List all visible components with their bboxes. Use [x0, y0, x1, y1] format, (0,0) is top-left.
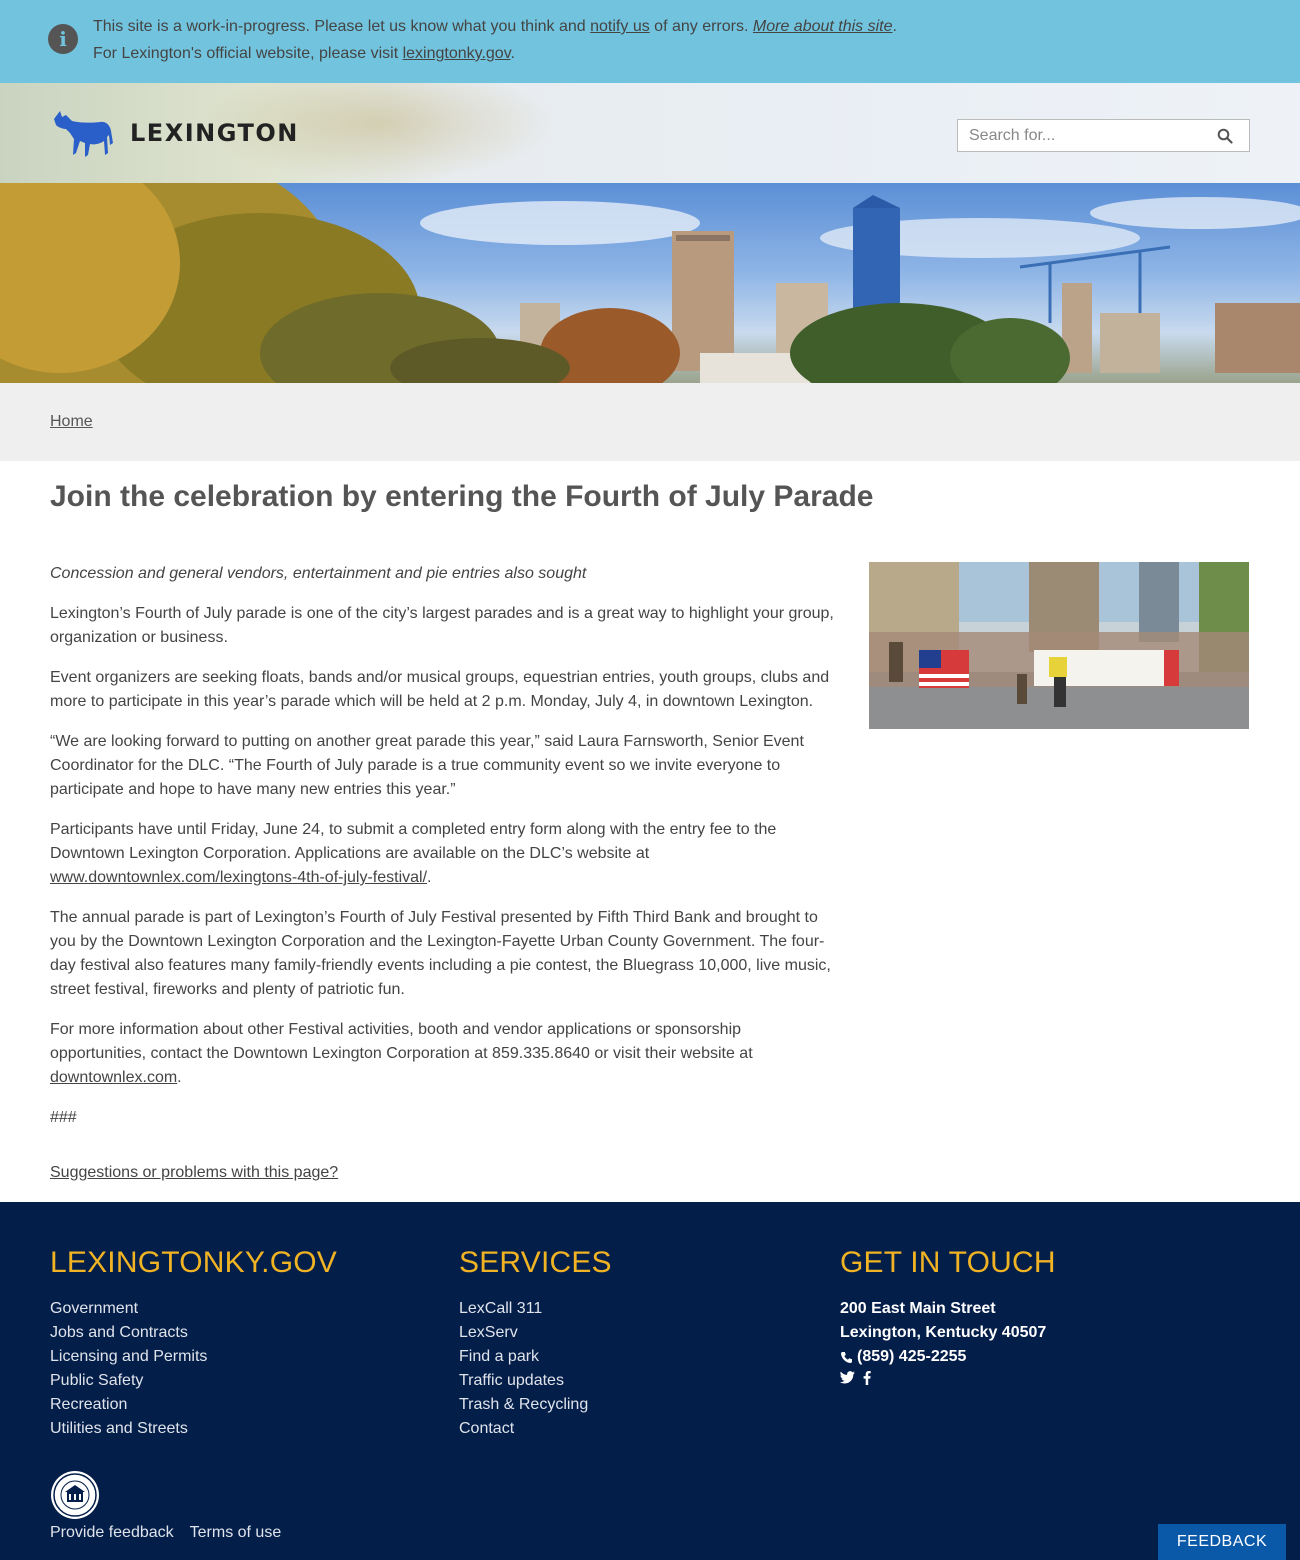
parade-illustration	[869, 562, 1249, 729]
footer-link-government[interactable]: Government	[50, 1300, 138, 1317]
article-lede: Concession and general vendors, entertai…	[50, 565, 587, 582]
footer-link-recreation[interactable]: Recreation	[50, 1396, 127, 1413]
site-logo[interactable]: LEXINGTON	[50, 107, 299, 159]
search-box	[957, 119, 1250, 152]
paragraph-text: Participants have until Friday, June 24,…	[50, 821, 777, 862]
social-links	[840, 1371, 1056, 1385]
footer-link-contact[interactable]: Contact	[459, 1420, 514, 1437]
official-site-link[interactable]: lexingtonky.gov	[403, 45, 511, 62]
alert-text: This site is a work-in-progress. Please …	[93, 18, 586, 35]
site-header: LEXINGTON	[0, 83, 1300, 183]
phone-icon	[841, 1351, 852, 1363]
article-paragraph: Participants have until Friday, June 24,…	[50, 818, 840, 890]
phone-number: (859) 425-2255	[857, 1348, 967, 1365]
address-line-1: 200 East Main Street	[840, 1300, 996, 1317]
more-about-site-label: More about this site	[752, 18, 893, 35]
footer-column-contact: GET IN TOUCH 200 East Main Street Lexing…	[840, 1246, 1056, 1385]
horse-icon	[54, 111, 113, 157]
article-body: Concession and general vendors, entertai…	[50, 562, 840, 1146]
article-paragraph: Event organizers are seeking floats, ban…	[50, 669, 830, 710]
footer-link-list: LexCall 311 LexServ Find a park Traffic …	[459, 1297, 612, 1441]
article-end-mark: ###	[50, 1109, 77, 1126]
feedback-button[interactable]: FEEDBACK	[1158, 1524, 1286, 1560]
footer-link-trash[interactable]: Trash & Recycling	[459, 1396, 588, 1413]
footer-column-services: SERVICES LexCall 311 LexServ Find a park…	[459, 1246, 612, 1441]
footer-link-jobs[interactable]: Jobs and Contracts	[50, 1324, 188, 1341]
paragraph-text: For more information about other Festiva…	[50, 1021, 753, 1062]
downtownlex-link[interactable]: downtownlex.com	[50, 1069, 177, 1086]
footer-link-find-park[interactable]: Find a park	[459, 1348, 539, 1365]
footer-heading: LEXINGTONKY.GOV	[50, 1246, 337, 1279]
alert-text: .	[892, 18, 897, 35]
page-title: Join the celebration by entering the Fou…	[50, 480, 874, 513]
site-alert-banner: i This site is a work-in-progress. Pleas…	[0, 0, 1300, 83]
paragraph-text: .	[177, 1069, 182, 1086]
phone-line[interactable]: (859) 425-2255	[840, 1345, 1056, 1369]
skyline-illustration	[0, 183, 1300, 383]
footer-heading: SERVICES	[459, 1246, 612, 1279]
paragraph-text: .	[427, 869, 432, 886]
search-icon[interactable]	[1217, 128, 1233, 144]
footer-link-licensing[interactable]: Licensing and Permits	[50, 1348, 207, 1365]
alert-line-1: This site is a work-in-progress. Please …	[93, 18, 897, 36]
article-paragraph: “We are looking forward to putting on an…	[50, 733, 804, 798]
footer-link-lexcall[interactable]: LexCall 311	[459, 1300, 542, 1317]
alert-text: .	[510, 45, 515, 62]
suggestions-link[interactable]: Suggestions or problems with this page?	[50, 1164, 338, 1182]
info-icon: i	[48, 24, 78, 54]
address-line-2: Lexington, Kentucky 40507	[840, 1324, 1047, 1341]
terms-of-use-link[interactable]: Terms of use	[190, 1524, 282, 1542]
logo-wordmark: LEXINGTON	[130, 119, 299, 147]
footer-bottom-links: Provide feedback Terms of use	[50, 1524, 281, 1542]
alert-text: For Lexington's official website, please…	[93, 45, 399, 62]
twitter-icon[interactable]	[840, 1371, 855, 1384]
search-input[interactable]	[958, 120, 1198, 151]
alert-text: of any errors.	[654, 18, 749, 35]
footer-link-public-safety[interactable]: Public Safety	[50, 1372, 143, 1389]
provide-feedback-link[interactable]: Provide feedback	[50, 1524, 174, 1542]
article-paragraph: For more information about other Festiva…	[50, 1018, 840, 1090]
notify-us-link[interactable]: notify us	[590, 18, 650, 35]
parade-photo	[869, 562, 1249, 729]
footer-link-utilities[interactable]: Utilities and Streets	[50, 1420, 188, 1437]
facebook-icon[interactable]	[863, 1371, 871, 1385]
article-paragraph: Lexington’s Fourth of July parade is one…	[50, 605, 834, 646]
more-about-site-link[interactable]: More about this site	[753, 18, 893, 35]
footer-column-lexingtonky: LEXINGTONKY.GOV Government Jobs and Cont…	[50, 1246, 337, 1441]
footer-link-list: Government Jobs and Contracts Licensing …	[50, 1297, 337, 1441]
breadcrumb-home-link[interactable]: Home	[50, 413, 93, 431]
footer-link-traffic[interactable]: Traffic updates	[459, 1372, 564, 1389]
site-footer: LEXINGTONKY.GOV Government Jobs and Cont…	[0, 1202, 1300, 1560]
article-paragraph: The annual parade is part of Lexington’s…	[50, 909, 831, 998]
footer-heading: GET IN TOUCH	[840, 1246, 1056, 1279]
hero-skyline-image	[0, 183, 1300, 383]
breadcrumb: Home	[0, 383, 1300, 461]
alert-line-2: For Lexington's official website, please…	[93, 45, 515, 63]
lfucg-seal-icon	[51, 1471, 99, 1519]
dlc-festival-link[interactable]: www.downtownlex.com/lexingtons-4th-of-ju…	[50, 869, 427, 886]
footer-link-lexserv[interactable]: LexServ	[459, 1324, 518, 1341]
